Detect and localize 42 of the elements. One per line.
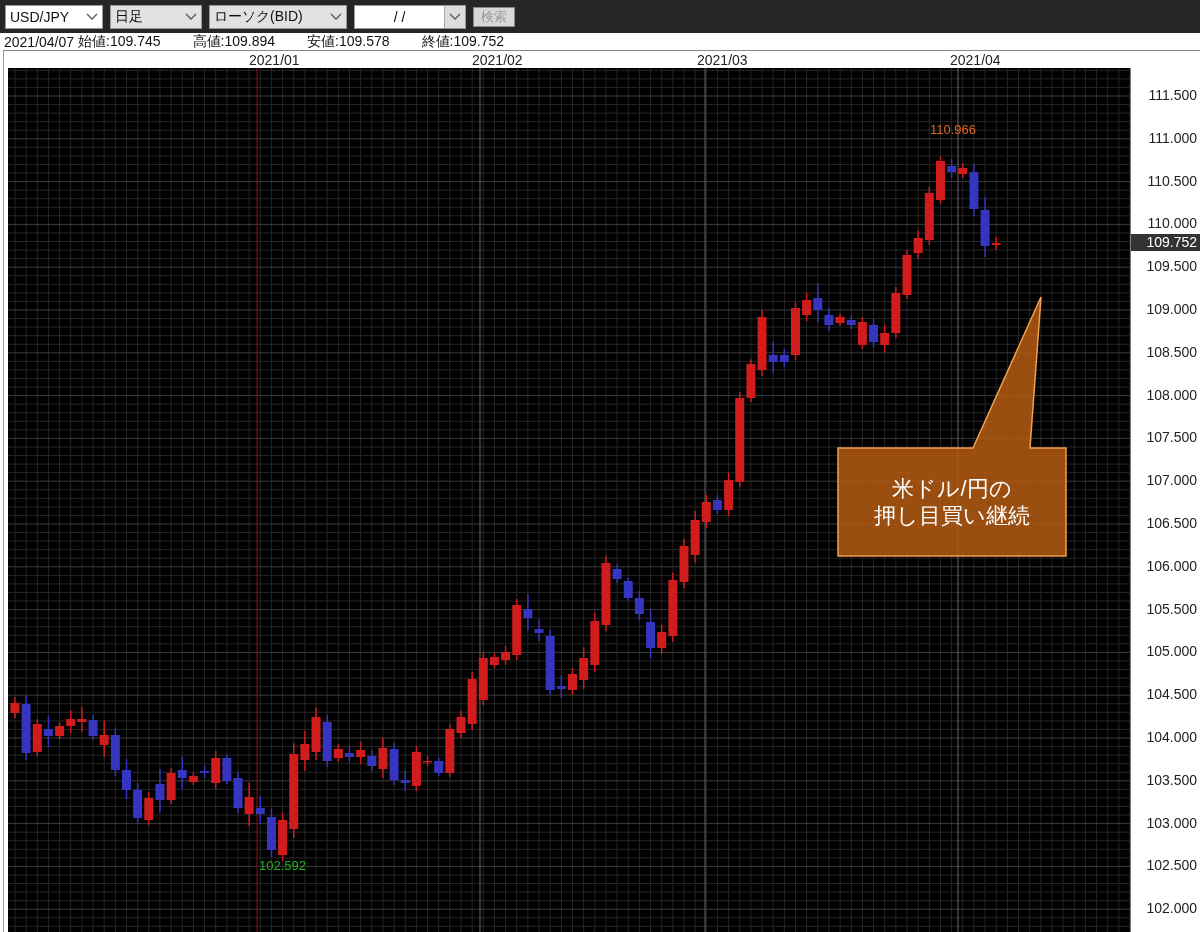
price-axis-label: 109.500 [1146,258,1197,275]
price-axis-label: 107.500 [1146,429,1197,446]
chevron-icon [449,12,461,21]
price-axis-label: 109.000 [1146,301,1197,317]
price-axis-label: 110.500 [1147,172,1197,189]
date-field[interactable]: / / [354,4,466,29]
ohlc-value: 安値:109.578 [307,32,390,51]
chart-type-dropdown[interactable]: ローソク(BID) [209,4,347,29]
ohlc-value: 高値:109.894 [192,32,276,51]
date-axis-label: 2021/01 [249,52,300,68]
date-text: 2021/04/07 [4,33,75,50]
chevron-icon [185,12,197,21]
price-axis-label: 102.000 [1146,900,1197,917]
chevron-icon [330,12,342,21]
date-axis-label: 2021/03 [697,52,748,68]
price-axis-label: 105.500 [1146,600,1197,617]
price-axis-label: 104.000 [1146,729,1197,745]
price-axis-label: 107.000 [1146,472,1197,489]
callout-text: 米ドル/円の [892,474,1012,502]
price-axis-label: 103.500 [1146,771,1197,788]
currency-pair-dropdown[interactable]: USD/JPY [5,4,103,29]
price-axis-label: 106.000 [1146,557,1197,574]
price-axis-label: 103.000 [1146,814,1197,831]
price-axis-label: 111.000 [1148,129,1197,146]
ohlc-value: 始値:109.745 [78,32,161,51]
price-axis-label: 104.500 [1146,686,1197,703]
price-axis-label: 111.500 [1148,87,1197,103]
ohlc-value: 終値:109.752 [421,32,505,51]
price-axis-label: 110.000 [1147,215,1197,232]
date-axis-label: 2021/04 [950,52,1001,68]
price-axis-label: 108.500 [1146,343,1197,360]
current-price-label: 109.752 [1131,234,1200,251]
price-axis-label: 105.000 [1146,643,1197,660]
timeframe-dropdown[interactable]: 日足 [110,4,202,29]
callout-text: 押し目買い継続 [874,502,1030,530]
low-price-label: 102.592 [259,858,306,873]
chevron-icon [86,12,98,21]
price-axis-label: 106.500 [1146,515,1197,531]
price-axis-label: 102.500 [1146,857,1197,874]
price-axis-label: 108.000 [1146,386,1197,403]
date-axis-label: 2021/02 [472,52,523,68]
high-price-label: 110.966 [930,122,977,137]
